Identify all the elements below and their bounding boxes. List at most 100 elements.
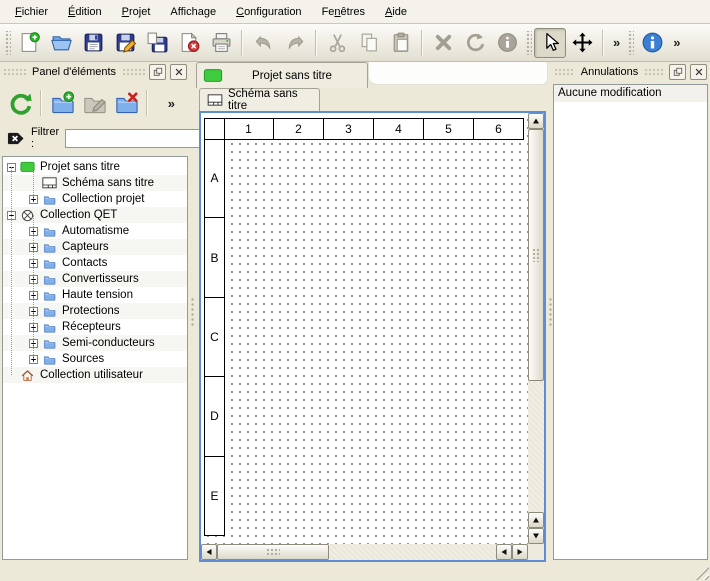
elements-panel-toolbar: » — [0, 82, 190, 124]
save-all-button[interactable] — [141, 28, 173, 58]
up-arrow-icon — [533, 518, 539, 523]
expander-icon[interactable] — [29, 275, 38, 284]
tab-schema[interactable]: Schéma sans titre — [199, 88, 320, 111]
left-arrow-icon — [207, 549, 212, 555]
mode-toolbar-handle[interactable] — [525, 31, 532, 55]
expander-icon[interactable] — [29, 323, 38, 332]
new-category-icon — [50, 91, 75, 116]
cut-button[interactable] — [321, 28, 353, 58]
scroll-right-button[interactable] — [512, 544, 528, 560]
tree-item-convertisseurs[interactable]: Convertisseurs — [3, 271, 187, 287]
print-button[interactable] — [205, 28, 237, 58]
new-document-button[interactable] — [13, 28, 45, 58]
qet-icon — [19, 208, 35, 222]
menu-projet[interactable]: Projet — [113, 3, 160, 21]
tree-item-collection-projet[interactable]: Collection projet — [3, 191, 187, 207]
float-dock-button[interactable] — [149, 64, 166, 80]
close-document-button[interactable] — [173, 28, 205, 58]
undo-icon — [252, 31, 275, 54]
tab-project[interactable]: Projet sans titre — [196, 62, 368, 88]
close-dock-button[interactable] — [690, 64, 707, 80]
info-toolbar-handle[interactable] — [627, 31, 634, 55]
horizontal-scroll-thumb[interactable] — [217, 544, 329, 560]
expander-icon[interactable] — [29, 227, 38, 236]
rotate-button[interactable] — [459, 28, 491, 58]
tree-item-collection-utilisateur[interactable]: Collection utilisateur — [3, 367, 187, 383]
ruler-corner-cell — [204, 118, 225, 140]
expander-icon[interactable] — [29, 195, 38, 204]
tree-item-schema-sans-titre[interactable]: Schéma sans titre — [3, 175, 187, 191]
file-toolbar-handle[interactable] — [4, 31, 11, 55]
vertical-scrollbar[interactable] — [528, 113, 544, 544]
expander-icon[interactable] — [29, 291, 38, 300]
resize-grip[interactable] — [695, 566, 709, 580]
ruler-row-cell: C — [204, 298, 225, 377]
elements-panel-dock: Panel d'éléments » Filtrer : Projet sans… — [0, 62, 190, 562]
tree-item-recepteurs[interactable]: Récepteurs — [3, 319, 187, 335]
toolbar-overflow-button[interactable]: » — [163, 96, 180, 111]
expander-icon[interactable] — [29, 307, 38, 316]
open-document-button[interactable] — [45, 28, 77, 58]
save-as-button[interactable] — [109, 28, 141, 58]
undo-button[interactable] — [247, 28, 279, 58]
delete-category-button[interactable] — [110, 87, 142, 119]
elements-panel-header[interactable]: Panel d'éléments — [0, 62, 190, 82]
redo-button[interactable] — [279, 28, 311, 58]
menu-fenetres[interactable]: Fenêtres — [313, 3, 374, 21]
tree-item-automatisme[interactable]: Automatisme — [3, 223, 187, 239]
undo-history-item[interactable]: Aucune modification — [554, 85, 707, 102]
edit-category-button[interactable] — [78, 87, 110, 119]
menu-fichier[interactable]: Fichier — [6, 3, 57, 21]
folder-icon — [41, 256, 57, 270]
float-dock-button[interactable] — [669, 64, 686, 80]
menu-configuration[interactable]: Configuration — [227, 3, 310, 21]
expander-icon[interactable] — [29, 339, 38, 348]
properties-button[interactable] — [491, 28, 523, 58]
tree-item-haute-tension[interactable]: Haute tension — [3, 287, 187, 303]
diagram-canvas[interactable]: 123456 ABCDE — [201, 113, 528, 544]
new-category-button[interactable] — [46, 87, 78, 119]
expander-icon[interactable] — [7, 163, 16, 172]
tree-item-capteurs[interactable]: Capteurs — [3, 239, 187, 255]
up-arrow-icon — [533, 119, 539, 124]
paste-button[interactable] — [385, 28, 417, 58]
scroll-left-button[interactable] — [201, 544, 217, 560]
tree-item-semi-conducteurs[interactable]: Semi-conducteurs — [3, 335, 187, 351]
home-icon — [19, 368, 35, 382]
undo-dock-header[interactable]: Annulations — [551, 62, 710, 82]
scroll-up-button[interactable] — [528, 113, 544, 129]
expander-icon[interactable] — [29, 355, 38, 364]
horizontal-scrollbar[interactable] — [201, 544, 528, 560]
tree-item-collection-qet[interactable]: Collection QET — [3, 207, 187, 223]
toolbar-overflow-button[interactable]: » — [608, 35, 625, 50]
vertical-scroll-thumb[interactable] — [528, 129, 544, 381]
expander-icon[interactable] — [29, 243, 38, 252]
scroll-left-button-2[interactable] — [496, 544, 512, 560]
close-dock-button[interactable] — [170, 64, 187, 80]
expander-icon[interactable] — [7, 211, 16, 220]
scroll-down-button[interactable] — [528, 528, 544, 544]
scroll-mode-button[interactable] — [566, 28, 598, 58]
copy-button[interactable] — [353, 28, 385, 58]
about-button[interactable] — [636, 28, 668, 58]
tree-item-sources[interactable]: Sources — [3, 351, 187, 367]
delete-button[interactable] — [427, 28, 459, 58]
scroll-up-button-2[interactable] — [528, 512, 544, 528]
select-mode-button[interactable] — [534, 28, 566, 58]
toolbar-overflow-button[interactable]: » — [668, 35, 685, 50]
toolbar-separator — [146, 90, 148, 116]
reload-button[interactable] — [4, 87, 36, 119]
tree-item-contacts[interactable]: Contacts — [3, 255, 187, 271]
menu-aide[interactable]: Aide — [376, 3, 416, 21]
expander-icon[interactable] — [29, 259, 38, 268]
clear-filter-icon[interactable] — [6, 130, 25, 147]
project-icon — [203, 68, 223, 83]
horizontal-scroll-track[interactable] — [217, 544, 496, 560]
tree-item-projet-sans-titre[interactable]: Projet sans titre — [3, 159, 187, 175]
menu-affichage[interactable]: Affichage — [161, 3, 225, 21]
edit-category-icon — [82, 91, 107, 116]
tree-item-protections[interactable]: Protections — [3, 303, 187, 319]
save-button[interactable] — [77, 28, 109, 58]
menu-edition[interactable]: Édition — [59, 3, 111, 21]
vertical-scroll-track[interactable] — [528, 129, 544, 512]
